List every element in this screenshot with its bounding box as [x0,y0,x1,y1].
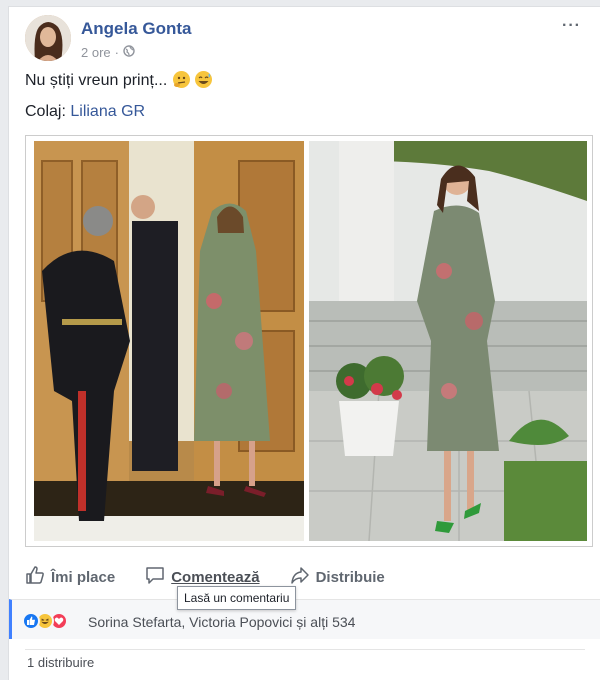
reaction-names[interactable]: Sorina Stefarta, Victoria Popovici și al… [88,614,355,630]
post-meta: 2 ore · [81,45,135,60]
post-photo[interactable] [25,135,593,547]
post-actions: Îmi place Comentează Distribuie [25,562,585,592]
divider [25,649,585,650]
reactions-bar: Sorina Stefarta, Victoria Popovici și al… [9,599,600,639]
share-label: Distribuie [315,568,385,586]
collage-label: Colaj: [25,103,66,120]
like-button[interactable]: Îmi place [25,562,115,592]
thinking-face-icon [172,71,190,88]
comment-icon [145,565,165,589]
photo-right [309,141,587,541]
thumbs-up-icon [25,565,45,589]
post-text: Nu știți vreun prinț... [25,71,213,90]
collage-credit: Colaj: Liliana GR [25,103,145,121]
more-options-icon[interactable]: ··· [562,17,581,35]
meta-separator: · [114,45,119,60]
post-text-line: Nu știți vreun prinț... [25,72,168,89]
globe-icon [123,45,135,60]
post-header: Angela Gonta 2 ore · ··· [25,15,585,65]
like-label: Îmi place [51,568,116,586]
post-time[interactable]: 2 ore [81,45,111,60]
photo-left [34,141,304,541]
grinning-face-icon [195,71,213,88]
post-card: Angela Gonta 2 ore · ··· Nu știți vreun … [8,6,600,680]
share-count[interactable]: 1 distribuire [27,655,94,670]
comment-label: Comentează [171,568,260,586]
share-button[interactable]: Distribuie [290,562,385,592]
author-avatar[interactable] [25,15,71,61]
collage-author-link[interactable]: Liliana GR [70,103,145,120]
comment-tooltip: Lasă un comentariu [177,586,297,610]
reaction-icons[interactable] [22,612,68,630]
author-name[interactable]: Angela Gonta [81,19,192,39]
like-icon [22,612,40,630]
